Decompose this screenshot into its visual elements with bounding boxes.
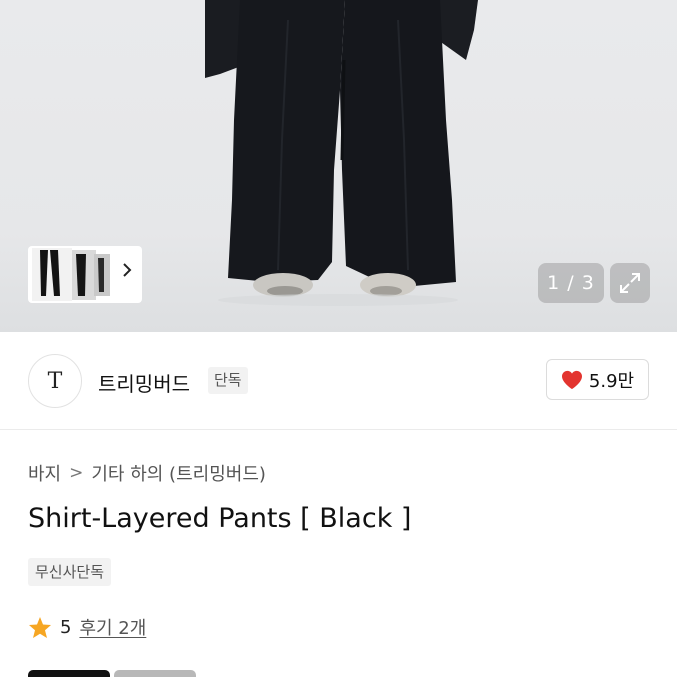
color-swatch-selected[interactable] [28, 670, 110, 677]
rating-score: 5 [60, 616, 72, 638]
brand-logo[interactable]: T [28, 354, 82, 408]
brand-logo-text: T [47, 368, 63, 394]
heart-icon [561, 370, 582, 389]
breadcrumb: 바지 > 기타 하의 (트리밍버드) [28, 460, 266, 486]
product-title: Shirt-Layered Pants [ Black ] [28, 503, 412, 534]
image-counter: 1 / 3 [538, 263, 604, 303]
rating-row: 5 후기 2개 [28, 614, 146, 640]
like-button[interactable]: 5.9만 [546, 359, 649, 400]
expand-icon[interactable] [610, 263, 650, 303]
thumbnail-images [32, 248, 110, 301]
chevron-right-icon[interactable] [122, 262, 132, 284]
like-count: 5.9만 [588, 370, 635, 392]
reviews-link[interactable]: 후기 2개 [79, 614, 146, 640]
exclusive-badge: 단독 [208, 367, 248, 394]
breadcrumb-subcategory[interactable]: 기타 하의 (트리밍버드) [91, 460, 266, 486]
color-swatch[interactable] [114, 670, 196, 677]
thumbnail-strip[interactable] [28, 246, 142, 303]
brand-row: T 트리밍버드 단독 5.9만 [0, 332, 677, 430]
star-icon [29, 616, 51, 638]
exclusive-tag: 무신사단독 [28, 558, 112, 586]
breadcrumb-category[interactable]: 바지 [28, 460, 61, 486]
chevron-right-icon: > [69, 463, 84, 483]
brand-name[interactable]: 트리밍버드 [98, 368, 190, 397]
product-image-gallery[interactable]: 1 / 3 [0, 0, 677, 332]
